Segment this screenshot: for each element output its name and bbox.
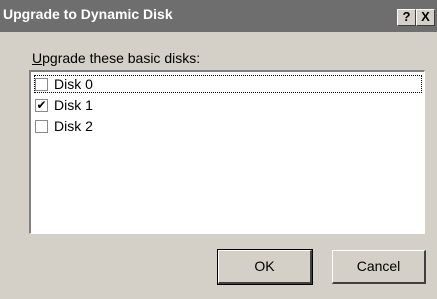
- checkbox-disk-1[interactable]: ✔: [35, 99, 48, 112]
- disk-list-label-accelerator: U: [32, 50, 43, 66]
- list-item-disk-1[interactable]: ✔ Disk 1: [34, 96, 422, 114]
- title-bar[interactable]: Upgrade to Dynamic Disk ? X: [0, 0, 437, 32]
- checkbox-disk-2[interactable]: [35, 120, 48, 133]
- list-item-label: Disk 1: [54, 97, 93, 113]
- list-item-label: Disk 0: [54, 76, 93, 92]
- list-item-label: Disk 2: [54, 118, 93, 134]
- upgrade-dynamic-disk-dialog: Upgrade to Dynamic Disk ? X Upgrade thes…: [0, 0, 437, 299]
- disk-list-label-text: pgrade these basic disks:: [42, 50, 201, 66]
- list-item-disk-0[interactable]: Disk 0: [34, 75, 422, 93]
- list-item-disk-2[interactable]: Disk 2: [34, 117, 422, 135]
- checkbox-disk-0[interactable]: [35, 78, 48, 91]
- disk-checklist[interactable]: Disk 0 ✔ Disk 1 Disk 2: [29, 70, 425, 234]
- window-title: Upgrade to Dynamic Disk: [3, 6, 173, 22]
- disk-list-label: Upgrade these basic disks:: [32, 50, 200, 66]
- cancel-button[interactable]: Cancel: [332, 250, 426, 284]
- help-button[interactable]: ?: [397, 9, 416, 26]
- close-button[interactable]: X: [416, 9, 435, 26]
- ok-button[interactable]: OK: [217, 249, 313, 285]
